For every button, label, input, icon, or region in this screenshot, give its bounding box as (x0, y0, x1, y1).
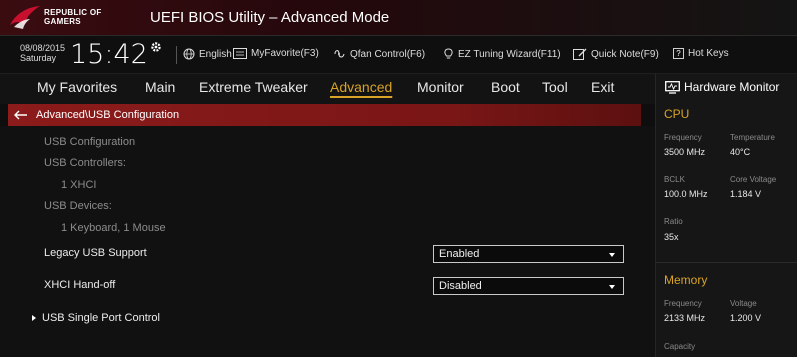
main-content: USB Configuration USB Controllers: 1 XHC… (0, 126, 655, 357)
hardware-monitor-title: Hardware Monitor (684, 80, 780, 94)
tab-extreme-tweaker[interactable]: Extreme Tweaker (199, 79, 308, 95)
tab-tool[interactable]: Tool (542, 79, 568, 95)
hotkeys-label: Hot Keys (688, 48, 729, 59)
usb-devices-value: 1 Keyboard, 1 Mouse (61, 222, 166, 234)
usb-single-port-control-label: USB Single Port Control (42, 312, 160, 324)
memory-voltage-label: Voltage (730, 299, 757, 308)
quick-note-button[interactable]: Quick Note(F9) (573, 48, 659, 60)
rog-logo: REPUBLIC OF GAMERS (8, 3, 136, 33)
fan-icon (334, 50, 345, 58)
qfan-label: Qfan Control(F6) (350, 48, 426, 60)
date-display: 08/08/2015 Saturday (20, 43, 65, 63)
chevron-down-icon (609, 285, 615, 289)
legacy-usb-value: Enabled (439, 248, 480, 260)
date-text: 08/08/2015 (20, 43, 66, 53)
tab-exit[interactable]: Exit (591, 79, 614, 95)
usb-controllers-value: 1 XHCI (61, 179, 97, 191)
cpu-temperature-value: 40°C (730, 147, 751, 157)
app-title: UEFI BIOS Utility – Advanced Mode (150, 9, 390, 26)
title-bar: REPUBLIC OF GAMERS UEFI BIOS Utility – A… (0, 0, 797, 36)
ez-tuning-label: EZ Tuning Wizard(F11) (458, 48, 561, 60)
memory-voltage-value: 1.200 V (730, 313, 762, 323)
tab-boot[interactable]: Boot (491, 79, 520, 95)
usb-configuration-heading: USB Configuration (44, 136, 136, 148)
qfan-button[interactable]: Qfan Control(F6) (333, 48, 425, 60)
hotkeys-icon: ? (673, 48, 684, 59)
usb-devices-label: USB Devices: (44, 200, 112, 212)
monitor-icon (665, 80, 680, 94)
legacy-usb-label: Legacy USB Support (44, 247, 147, 259)
chevron-down-icon (609, 253, 615, 257)
brand-line1: REPUBLIC OF (44, 8, 102, 17)
tab-my-favorites[interactable]: My Favorites (37, 79, 117, 95)
bclk-label: BCLK (664, 175, 685, 184)
favorite-icon (233, 48, 247, 59)
legacy-usb-select[interactable]: Enabled (433, 245, 624, 263)
tab-monitor[interactable]: Monitor (417, 79, 464, 95)
xhci-handoff-select[interactable]: Disabled (433, 277, 624, 295)
tab-main[interactable]: Main (145, 79, 175, 95)
cpu-frequency-label: Frequency (664, 133, 702, 142)
memory-heading: Memory (664, 273, 708, 287)
hotkeys-button[interactable]: ? Hot Keys (673, 48, 729, 59)
cpu-heading: CPU (664, 107, 690, 121)
ratio-value: 35x (664, 232, 679, 242)
xhci-handoff-label: XHCI Hand-off (44, 279, 116, 291)
separator (176, 46, 177, 64)
usb-single-port-control-link[interactable]: USB Single Port Control (32, 312, 160, 324)
back-arrow-icon[interactable] (14, 110, 28, 120)
ez-tuning-button[interactable]: EZ Tuning Wizard(F11) (443, 48, 561, 60)
bclk-value: 100.0 MHz (664, 189, 708, 199)
cpu-temperature-label: Temperature (730, 133, 775, 142)
breadcrumb: Advanced\USB Configuration (8, 104, 641, 126)
myfavorite-button[interactable]: MyFavorite(F3) (233, 48, 319, 59)
hw-divider (656, 262, 797, 263)
gear-icon[interactable] (150, 41, 162, 53)
usb-controllers-label: USB Controllers: (44, 157, 126, 169)
hardware-monitor-header: Hardware Monitor (656, 74, 797, 100)
info-bar: 08/08/2015 Saturday 15:42 English MyFavo… (0, 36, 797, 74)
breadcrumb-path: Advanced\USB Configuration (36, 109, 180, 121)
hardware-monitor-panel: Hardware Monitor CPU Frequency Temperatu… (655, 74, 797, 357)
language-label: English (199, 48, 232, 60)
xhci-handoff-value: Disabled (439, 280, 482, 292)
memory-capacity-label: Capacity (664, 342, 696, 351)
rog-eye-icon (10, 6, 40, 29)
memory-frequency-label: Frequency (664, 299, 702, 308)
bulb-icon (444, 48, 453, 59)
day-text: Saturday (20, 53, 57, 63)
myfavorite-label: MyFavorite(F3) (251, 48, 319, 59)
main-nav: My Favorites Main Extreme Tweaker Advanc… (0, 74, 655, 104)
chevron-right-icon (32, 315, 36, 321)
ratio-label: Ratio (664, 217, 683, 226)
core-voltage-value: 1.184 V (730, 189, 762, 199)
clock-display: 15:42 (70, 39, 148, 70)
tab-advanced[interactable]: Advanced (330, 79, 392, 95)
quick-note-label: Quick Note(F9) (591, 48, 659, 60)
note-icon (573, 48, 587, 60)
brand-line2: GAMERS (44, 17, 81, 26)
memory-frequency-value: 2133 MHz (664, 313, 706, 323)
cpu-frequency-value: 3500 MHz (664, 147, 706, 157)
core-voltage-label: Core Voltage (730, 175, 777, 184)
globe-icon (183, 48, 195, 60)
language-button[interactable]: English (183, 48, 232, 60)
